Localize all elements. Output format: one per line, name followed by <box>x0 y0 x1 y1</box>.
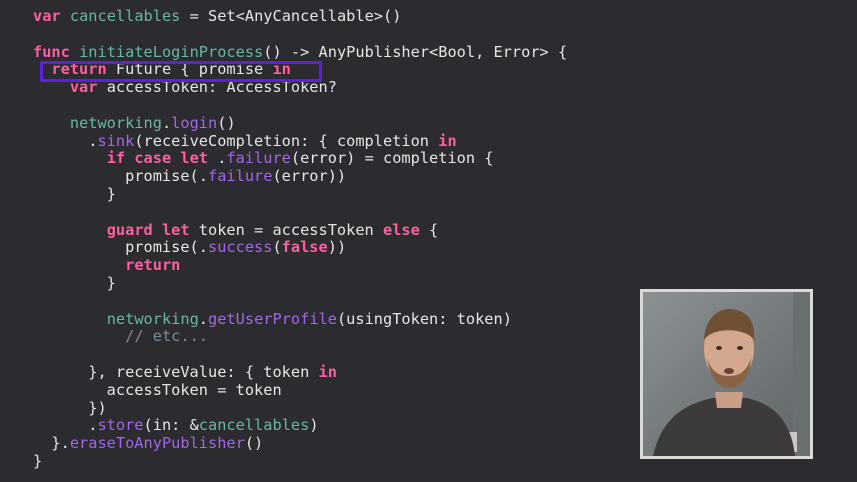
code-line: promise(.success(false)) <box>33 238 567 257</box>
code-token: (error) = completion { <box>290 149 494 168</box>
code-token: }) <box>33 398 107 417</box>
code-token: . <box>161 113 172 132</box>
code-token: (error)) <box>272 167 347 186</box>
code-token: . <box>33 416 98 435</box>
code-token: )) <box>327 238 347 257</box>
code-token: . <box>208 149 227 168</box>
code-token: promise(. <box>33 167 208 186</box>
code-token: { <box>419 220 439 239</box>
code-token: networking <box>69 113 162 132</box>
code-token: = <box>180 7 209 25</box>
code-token: ( <box>272 238 282 257</box>
code-line: .sink(receiveCompletion: { completion in <box>33 131 567 151</box>
code-line: }, receiveValue: { token in <box>33 362 567 382</box>
code-line: guard let token = accessToken else { <box>33 220 567 240</box>
code-line: if case let .failure(error) = completion… <box>33 149 567 168</box>
code-line: // etc... <box>33 327 567 346</box>
code-token: (receiveCompletion: { completion <box>134 131 439 150</box>
code-token: in <box>318 362 337 381</box>
code-token: func <box>33 42 70 61</box>
code-token: return <box>125 256 181 275</box>
code-token: () <box>244 434 264 453</box>
code-line: } <box>33 184 567 204</box>
highlight-box <box>40 61 322 82</box>
code-token: if case let <box>106 149 208 168</box>
code-token: (in: & <box>143 416 199 435</box>
code-token: () -> AnyPublisher<Bool, Error> { <box>263 42 568 61</box>
code-token: guard let <box>106 220 190 239</box>
code-line: networking.getUserProfile(usingToken: to… <box>33 309 567 329</box>
code-token: () <box>217 113 236 132</box>
code-token: } <box>33 273 116 292</box>
presenter-video-icon <box>643 292 810 456</box>
code-token: initiateLoginProcess <box>79 42 264 61</box>
presenter-webcam <box>640 289 813 459</box>
code-token: networking <box>106 309 199 328</box>
code-line: networking.login() <box>33 113 567 133</box>
code-line: }.eraseToAnyPublisher() <box>33 434 567 453</box>
code-line: } <box>33 451 567 471</box>
code-token: token = accessToken <box>189 220 383 239</box>
code-token: eraseToAnyPublisher <box>69 434 245 453</box>
code-token: . <box>198 309 209 328</box>
code-line: }) <box>33 398 567 418</box>
code-line: } <box>33 273 567 293</box>
code-line: var cancellables = Set<AnyCancellable>() <box>33 7 567 26</box>
code-line: return <box>33 256 567 275</box>
code-token: store <box>97 416 144 435</box>
code-token: login <box>171 113 218 132</box>
code-token: else <box>382 220 420 239</box>
code-token: (usingToken: token) <box>336 309 512 328</box>
code-token: getUserProfile <box>208 309 337 328</box>
code-token: } <box>33 184 116 203</box>
code-token: cancellables <box>198 416 310 435</box>
code-token: // etc... <box>125 327 208 346</box>
code-token: failure <box>226 149 291 168</box>
code-token: false <box>281 238 328 257</box>
code-token: success <box>207 238 273 257</box>
code-token: failure <box>207 167 273 186</box>
code-token: var <box>33 7 61 25</box>
code-token: }. <box>33 434 70 453</box>
code-line: func initiateLoginProcess() -> AnyPublis… <box>33 42 568 62</box>
code-line: accessToken = token <box>33 380 567 400</box>
code-token: promise(. <box>33 238 208 257</box>
code-token: }, receiveValue: { token <box>33 362 319 381</box>
code-token: sink <box>97 131 135 150</box>
code-token: accessToken = token <box>33 380 282 399</box>
code-token: cancellables <box>69 7 181 25</box>
code-token: ) <box>309 416 319 435</box>
code-token: in <box>438 131 457 150</box>
code-line: .store(in: &cancellables) <box>33 416 567 435</box>
code-token: . <box>33 131 98 150</box>
code-line: promise(.failure(error)) <box>33 167 567 186</box>
code-token: Set<AnyCancellable>() <box>208 7 402 25</box>
code-token: } <box>33 451 43 470</box>
